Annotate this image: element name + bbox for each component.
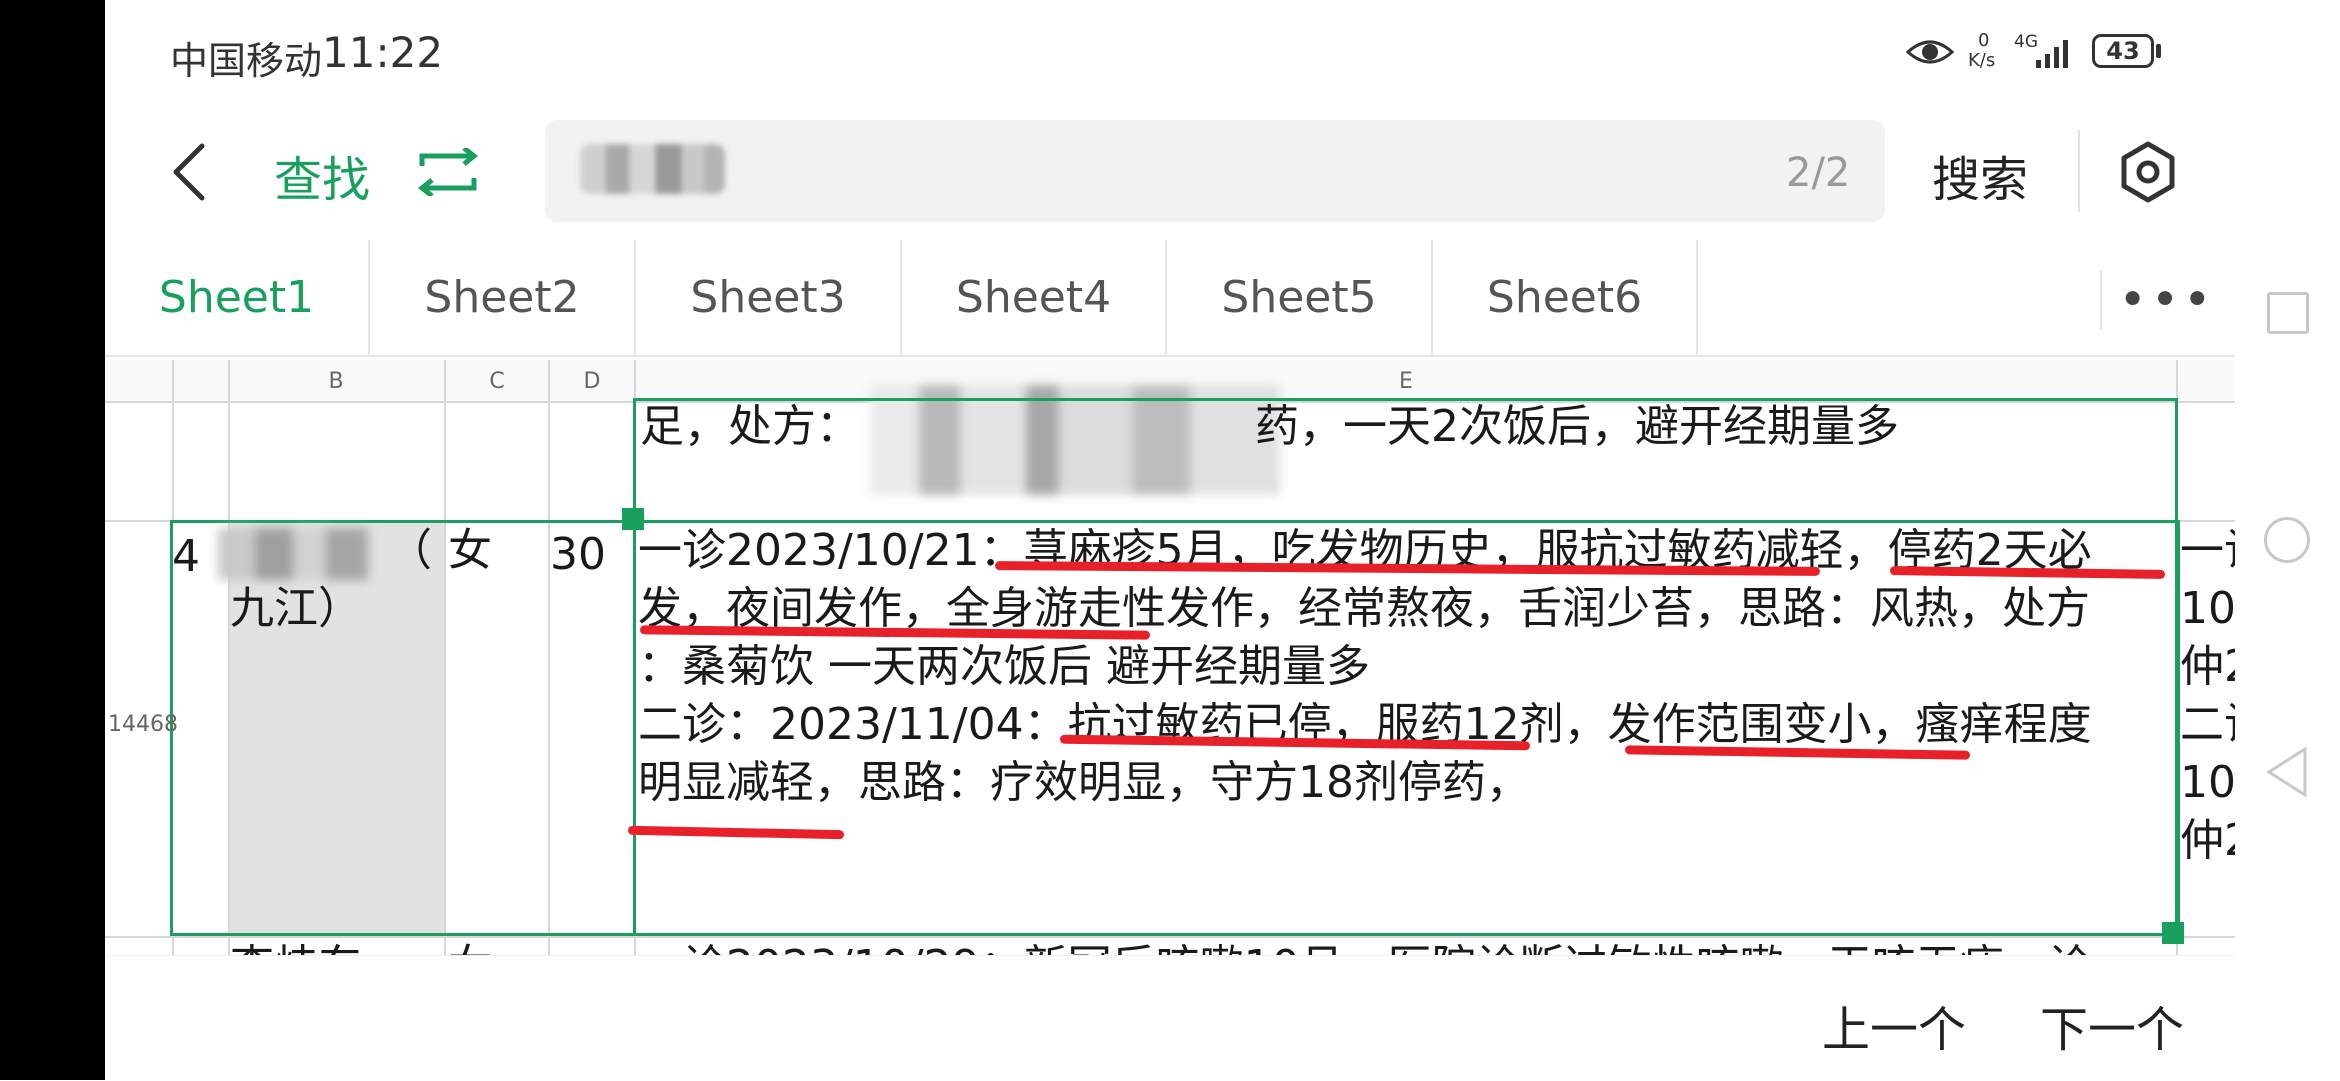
tabs-bottom-border — [105, 355, 2235, 357]
home-icon[interactable] — [2264, 517, 2310, 563]
cell-b-line2: 九江） — [230, 583, 362, 634]
next-result-button[interactable]: 下一个 — [2040, 990, 2184, 1060]
column-header-e[interactable]: E — [636, 360, 2176, 402]
toolbar-divider — [2078, 130, 2080, 212]
battery-level: 43 — [2106, 37, 2140, 65]
blurred-name — [218, 528, 368, 580]
next-row-b: 李炜东 — [230, 938, 362, 955]
search-input[interactable] — [545, 120, 1885, 222]
find-label: 查找 — [274, 152, 371, 208]
battery-icon: 43 — [2092, 34, 2154, 68]
recent-apps-icon[interactable] — [2267, 292, 2309, 334]
search-button[interactable]: 搜索 — [1932, 140, 2028, 210]
record-line: ：桑菊饮 一天两次饭后 避开经期量多 — [638, 641, 1370, 692]
carrier-label: 中国移动 — [170, 39, 323, 83]
search-result-counter: 2/2 — [1786, 150, 1851, 196]
eye-icon — [1906, 40, 1954, 64]
cell-f-line: 10 — [2180, 583, 2235, 634]
signal-icon — [2036, 40, 2068, 68]
net-speed-unit: K/s — [1968, 50, 1996, 71]
cell-c-gender[interactable]: 女 — [448, 522, 492, 580]
left-black-bar — [0, 0, 105, 1080]
row-number[interactable]: 4 — [172, 528, 200, 586]
prev-result-button[interactable]: 上一个 — [1822, 990, 1966, 1060]
tab-sheet1[interactable]: Sheet1 — [105, 240, 370, 355]
cell-f-line: 一诊 — [2180, 525, 2235, 576]
more-tabs-icon[interactable]: ••• — [2100, 270, 2232, 330]
tab-sheet5[interactable]: Sheet5 — [1167, 240, 1433, 355]
cell-d-age[interactable]: 30 — [550, 526, 606, 584]
clock: 11:22 — [322, 28, 444, 77]
record-line: 明显减轻，思路：疗效明显，守方18剂停药， — [638, 757, 1530, 808]
cell-f-line: 10 — [2180, 757, 2235, 808]
net-speed-value: 0 — [1978, 30, 1990, 51]
cell-f-line: 仲2 — [2180, 641, 2235, 692]
back-nav-icon[interactable] — [2265, 746, 2309, 798]
tab-sheet2[interactable]: Sheet2 — [370, 240, 636, 355]
next-row-clip: 李炜东 女 一诊2023/10/29：新冠后咳嗽10月，医院诊断过敏性咳嗽，干咳… — [105, 938, 2235, 955]
column-header-d[interactable]: D — [550, 360, 634, 402]
tab-sheet6[interactable]: Sheet6 — [1433, 240, 1698, 355]
replace-toggle-icon[interactable] — [416, 148, 480, 196]
system-nav-bar — [2235, 0, 2340, 1080]
battery-tip — [2156, 44, 2161, 58]
settings-icon[interactable] — [2116, 140, 2180, 204]
tab-sheet3[interactable]: Sheet3 — [636, 240, 902, 355]
tab-sheet4[interactable]: Sheet4 — [902, 240, 1167, 355]
next-row-e: 一诊2023/10/29：新冠后咳嗽10月，医院诊断过敏性咳嗽，干咳无痰，诊 — [638, 938, 2092, 955]
row-id: 14468 — [108, 712, 178, 737]
cell-f-line: 仲2 — [2180, 815, 2235, 866]
search-query-blurred — [580, 144, 725, 194]
cell-f-line: 二诊 — [2180, 699, 2235, 750]
cell-b-suffix: （ — [388, 525, 432, 576]
back-icon[interactable] — [170, 142, 210, 202]
column-header-c[interactable]: C — [446, 360, 548, 402]
next-row-c: 女 — [448, 938, 492, 955]
column-header-b[interactable]: B — [228, 360, 444, 402]
